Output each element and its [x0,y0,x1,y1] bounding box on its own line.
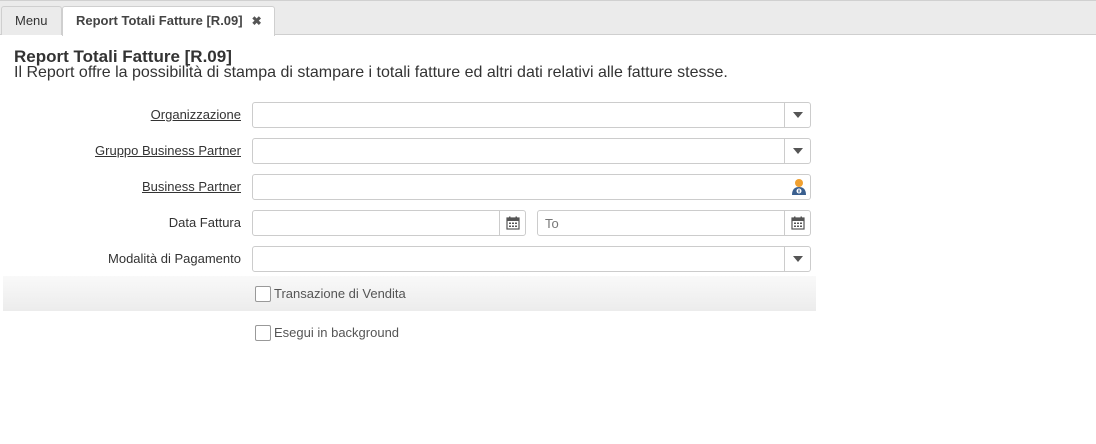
modalita-pagamento-select[interactable] [252,246,811,272]
modalita-pagamento-dropdown-button[interactable] [784,247,810,271]
data-fattura-from-input[interactable] [252,210,526,236]
esegui-background-checkbox[interactable] [255,325,271,341]
chevron-down-icon [792,148,803,154]
organizzazione-select[interactable] [252,102,811,128]
business-partner-input[interactable] [252,174,811,200]
gruppo-bp-dropdown-button[interactable] [784,139,810,163]
tab-report-label: Report Totali Fatture [R.09] [76,13,243,28]
gruppo-bp-select[interactable] [252,138,811,164]
business-partner-label[interactable]: Business Partner [142,179,241,194]
transazione-section [3,276,816,311]
tab-menu[interactable]: Menu [1,6,62,35]
data-fattura-label: Data Fattura [168,215,241,230]
data-fattura-from-calendar-button[interactable] [499,211,525,235]
close-icon[interactable]: ✖ [252,14,262,28]
organizzazione-label[interactable]: Organizzazione [151,107,241,122]
gruppo-bp-label[interactable]: Gruppo Business Partner [95,143,241,158]
chevron-down-icon [792,112,803,118]
chevron-down-icon [792,256,803,262]
transazione-vendita-checkbox[interactable] [255,286,271,302]
data-fattura-to-input[interactable]: To [537,210,811,236]
transazione-vendita-label[interactable]: Transazione di Vendita [274,286,406,301]
organizzazione-dropdown-button[interactable] [784,103,810,127]
data-fattura-to-placeholder: To [545,216,559,231]
business-partner-search-icon[interactable] [790,178,808,196]
tab-report-totali-fatture[interactable]: Report Totali Fatture [R.09] ✖ [62,6,275,36]
data-fattura-to-calendar-button[interactable] [784,211,810,235]
calendar-icon [790,216,805,230]
esegui-background-label[interactable]: Esegui in background [274,325,399,340]
modalita-pagamento-label: Modalità di Pagamento [108,251,241,266]
calendar-icon [505,216,520,230]
page-description: Il Report offre la possibilità di stampa… [14,64,728,81]
